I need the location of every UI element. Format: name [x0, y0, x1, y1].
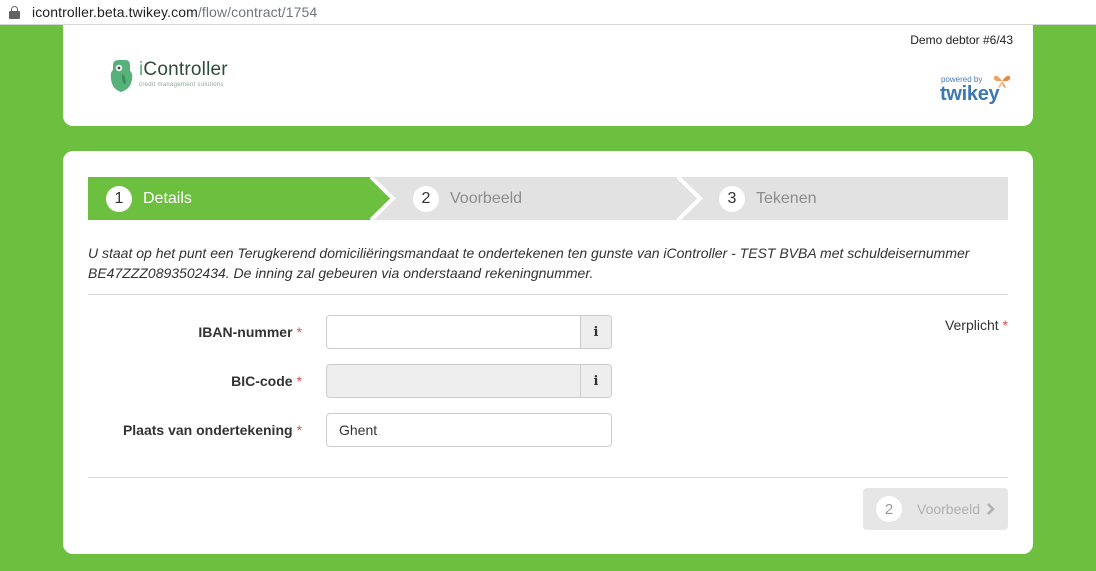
stepper-background	[88, 177, 1008, 220]
bic-row: BIC-code * i	[88, 364, 688, 398]
info-icon[interactable]: i	[580, 365, 611, 397]
step-number: 2	[413, 185, 439, 212]
debtor-label: Demo debtor #6/43	[910, 33, 1013, 47]
required-note: Verplicht *	[944, 317, 1008, 333]
step-voorbeeld[interactable]: 2 Voorbeeld	[413, 177, 522, 220]
next-step-label: Voorbeeld	[917, 501, 981, 517]
chevron-right-icon	[987, 503, 995, 515]
lock-icon	[9, 5, 20, 19]
browser-address-bar[interactable]: icontroller.beta.twikey.com/flow/contrac…	[0, 0, 1096, 25]
step-details[interactable]: 1 Details	[106, 177, 192, 220]
icontroller-logo: iController credit management solutions	[109, 59, 228, 93]
logo-name: iController	[139, 59, 228, 80]
powered-by-twikey: powered by twikey	[933, 73, 1011, 109]
url-path: /flow/contract/1754	[197, 4, 318, 20]
butterfly-icon	[993, 75, 1011, 88]
place-input[interactable]	[327, 414, 611, 446]
divider	[88, 477, 1008, 478]
url-host: icontroller.beta.twikey.com	[32, 4, 198, 20]
place-field	[326, 413, 612, 447]
step-label: Voorbeeld	[450, 189, 523, 207]
step-label: Details	[143, 189, 192, 207]
twikey-brand: twikey	[940, 83, 1000, 105]
next-step-number: 2	[876, 496, 902, 522]
icontroller-owl-icon	[110, 60, 133, 92]
step-tekenen[interactable]: 3 Tekenen	[719, 177, 817, 220]
bic-field: i	[326, 364, 612, 398]
step-number: 3	[719, 185, 745, 212]
header-card: Demo debtor #6/43 iController credit man…	[63, 25, 1033, 126]
next-step-button[interactable]: 2 Voorbeeld	[863, 488, 1008, 530]
divider	[88, 294, 1008, 295]
mandate-intro-text: U staat op het punt een Terugkerend domi…	[88, 245, 970, 281]
logo-tagline: credit management solutions	[139, 82, 224, 88]
iban-field: i	[326, 315, 612, 349]
step-label: Tekenen	[756, 189, 817, 207]
place-row: Plaats van ondertekening *	[88, 413, 688, 447]
iban-label: IBAN-nummer *	[198, 324, 302, 340]
place-label: Plaats van ondertekening *	[122, 422, 302, 438]
bic-input[interactable]	[327, 365, 580, 397]
iban-row: IBAN-nummer * i	[88, 315, 688, 349]
bic-label: BIC-code *	[231, 373, 302, 389]
iban-input[interactable]	[327, 316, 580, 348]
wizard-stepper: 1 Details 2 Voorbeeld 3 Tekenen	[88, 177, 1008, 220]
main-card: 1 Details 2 Voorbeeld 3 Tekenen U staat …	[63, 151, 1033, 554]
step-number: 1	[106, 185, 132, 212]
info-icon[interactable]: i	[580, 316, 611, 348]
url-text[interactable]: icontroller.beta.twikey.com/flow/contrac…	[32, 4, 317, 20]
